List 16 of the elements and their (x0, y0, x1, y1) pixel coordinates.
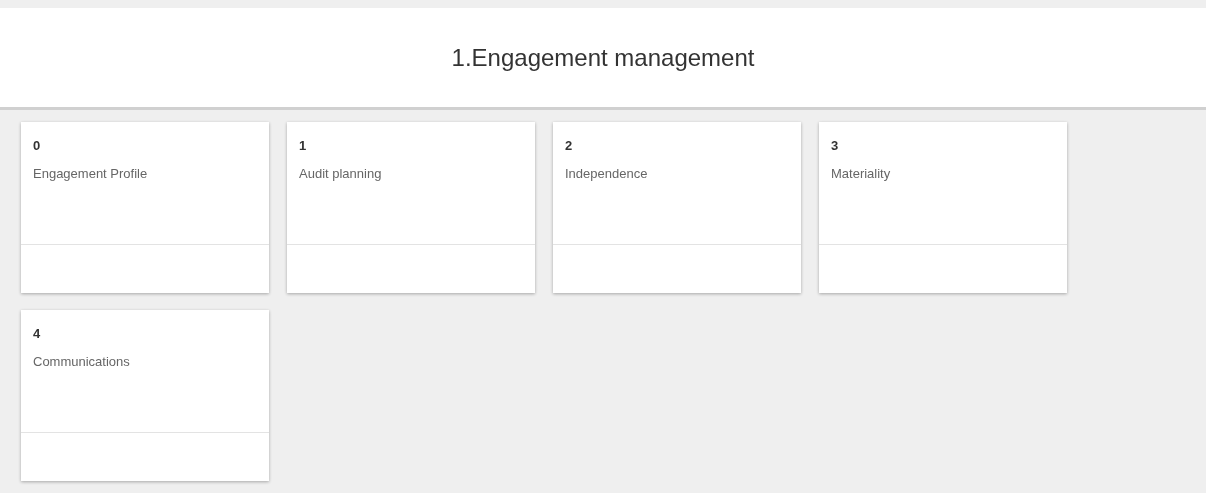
tile[interactable]: 3 Materiality (819, 122, 1067, 293)
tile-label: Independence (565, 164, 648, 183)
page-title: 1.Engagement management (451, 42, 755, 73)
tile-number: 4 (33, 325, 41, 343)
tile-number: 3 (831, 137, 839, 155)
tile-number: 0 (33, 137, 41, 155)
tile-label: Materiality (831, 164, 891, 183)
tile-label: Communications (33, 352, 130, 371)
tile-number: 2 (565, 137, 573, 155)
tile-label: Engagement Profile (33, 164, 148, 183)
tile-number: 1 (299, 137, 307, 155)
tile-label: Audit planning (299, 164, 382, 183)
tile[interactable]: 4 Communications (21, 310, 269, 481)
tile[interactable]: 0 Engagement Profile (21, 122, 269, 293)
tile[interactable]: 2 Independence (553, 122, 801, 293)
tile[interactable]: 1 Audit planning (287, 122, 535, 293)
